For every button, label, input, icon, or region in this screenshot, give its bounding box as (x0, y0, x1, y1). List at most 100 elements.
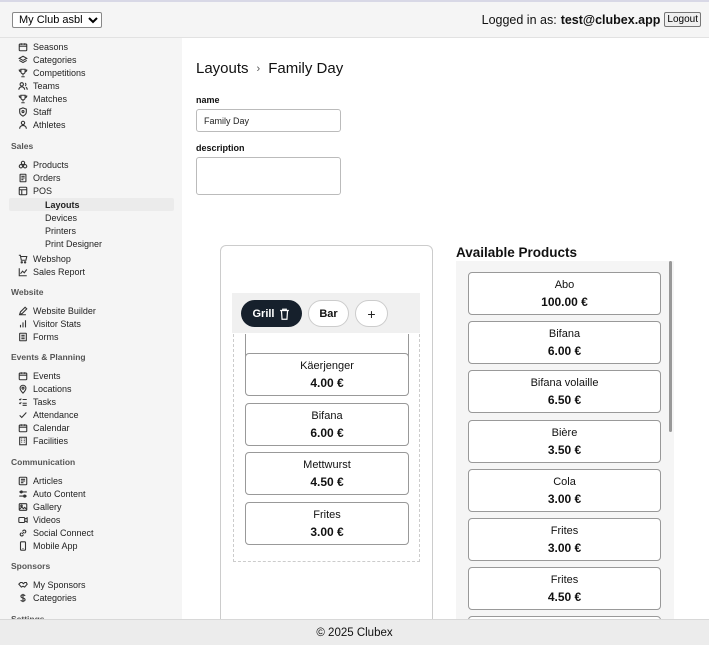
tab-bar[interactable]: Bar (308, 300, 349, 327)
dollar-icon (18, 593, 28, 603)
form-icon (18, 332, 28, 342)
sidebar-item-label: Visitor Stats (33, 318, 81, 329)
trophy-icon (18, 94, 28, 104)
sidebar-item-label: Orders (33, 172, 61, 183)
name-label: name (196, 95, 220, 105)
name-input[interactable] (196, 109, 341, 132)
layout-product-card[interactable]: Käerjenger 4.00 € (245, 353, 409, 396)
sidebar-item-communication-auto-content[interactable]: Auto Content (18, 487, 86, 500)
product-name: Käerjenger (300, 360, 354, 372)
sidebar-item-events-calendar[interactable]: Calendar (18, 421, 70, 434)
boxes-icon (18, 160, 28, 170)
sidebar-item-communication-gallery[interactable]: Gallery (18, 500, 62, 513)
sidebar-item-label: Sales Report (33, 266, 86, 277)
sidebar-item-events-tasks[interactable]: Tasks (18, 395, 56, 408)
description-label: description (196, 143, 245, 153)
bars-icon (18, 319, 28, 329)
sidebar-subitem-print-designer[interactable]: Print Designer (45, 237, 102, 250)
sidebar-item-sales-webshop[interactable]: Webshop (18, 252, 71, 265)
sidebar-item-label: Website Builder (33, 305, 96, 316)
sidebar-item-label: Facilities (33, 436, 69, 446)
sidebar-item-sports-athletes[interactable]: Athletes (18, 119, 66, 132)
building-icon (18, 436, 28, 446)
user-email: test@clubex.app (560, 12, 661, 27)
sidebar-item-website-forms[interactable]: Forms (18, 330, 59, 343)
sidebar-section-sponsors: Sponsors (11, 561, 51, 571)
sidebar-item-events-attendance[interactable]: Attendance (18, 408, 79, 421)
sidebar-item-communication-videos[interactable]: Videos (18, 513, 60, 526)
breadcrumb: Layouts › Family Day (196, 60, 343, 77)
available-product-card[interactable]: Bifana volaille 6.50 € (468, 370, 661, 414)
sidebar-item-sports-staff[interactable]: Staff (18, 106, 51, 119)
add-tab-button[interactable]: + (355, 300, 388, 327)
sidebar-item-label: Categories (33, 592, 77, 603)
sidebar-subitem-layouts[interactable]: Layouts (9, 198, 174, 211)
tab-grill[interactable]: Grill (241, 300, 302, 327)
available-product-card[interactable]: Bière 3.50 € (468, 419, 661, 463)
club-select[interactable]: My Club asbl (12, 12, 102, 28)
trash-icon[interactable] (278, 307, 291, 321)
breadcrumb-parent[interactable]: Layouts (196, 60, 249, 77)
available-products-list: Abo 100.00 € Bifana 6.00 € Bifana volaille 6.… (456, 261, 674, 619)
sidebar-item-label: Events (33, 370, 61, 381)
layout-product-card[interactable]: Bifana 6.00 € (245, 403, 409, 446)
sidebar-item-label: Categories (33, 54, 77, 65)
sidebar-item-label: Calendar (33, 422, 70, 433)
product-price: 3.00 € (547, 491, 582, 506)
breadcrumb-separator: › (256, 62, 261, 75)
sidebar-item-label: Attendance (33, 409, 79, 420)
calendar-icon (18, 42, 28, 52)
sidebar-item-label: Mobile App (33, 541, 78, 551)
sidebar-item-sponsors-my-sponsors[interactable]: My Sponsors (18, 578, 86, 591)
sidebar-item-label: Locations (33, 383, 72, 394)
cart-icon (18, 254, 28, 264)
sidebar-subitem-printers[interactable]: Printers (45, 224, 76, 237)
sidebar-item-sales-pos[interactable]: POS (18, 184, 52, 197)
sidebar-item-sports-categories[interactable]: Categories (18, 53, 77, 66)
sidebar-subitem-devices[interactable]: Devices (45, 211, 77, 224)
main-content: Layouts › Family Day name description Gr… (182, 38, 709, 619)
sidebar-item-label: Competitions (33, 67, 86, 78)
sidebar-item-communication-social-connect[interactable]: Social Connect (18, 526, 94, 539)
product-name: Bifana (311, 410, 343, 422)
sidebar-item-label: Seasons (33, 41, 69, 52)
sidebar-item-events-facilities[interactable]: Facilities (18, 435, 68, 448)
sidebar-item-communication-mobile-app[interactable]: Mobile App (18, 540, 78, 553)
scrollbar-thumb[interactable] (669, 261, 672, 432)
sidebar-item-sponsors-categories[interactable]: Categories (18, 591, 77, 604)
available-product-card[interactable]: Frites 4.50 € (468, 567, 661, 611)
sidebar-item-label: Auto Content (33, 488, 86, 499)
product-name: Frites (313, 509, 341, 521)
pin-icon (18, 384, 28, 394)
handshake-icon (18, 580, 28, 590)
sidebar-item-sports-teams[interactable]: Teams (18, 79, 60, 92)
sidebar-item-label: POS (33, 185, 53, 196)
tab-label: Bar (319, 307, 338, 320)
available-product-card[interactable]: Cola 3.00 € (468, 468, 661, 512)
product-price: 3.50 € (547, 442, 582, 457)
sidebar-item-website-website-builder[interactable]: Website Builder (18, 304, 96, 317)
available-product-card[interactable]: Bifana 6.00 € (468, 321, 661, 365)
sidebar-item-sales-sales-report[interactable]: Sales Report (18, 265, 85, 278)
product-name: Frites (550, 525, 579, 537)
logout-button[interactable]: Logout (664, 12, 701, 27)
sidebar-item-sports-seasons[interactable]: Seasons (18, 40, 68, 53)
description-input[interactable] (196, 157, 341, 195)
sidebar-item-sales-products[interactable]: Products (18, 158, 69, 171)
product-name: Bifana (548, 328, 581, 341)
sidebar-item-events-locations[interactable]: Locations (18, 382, 72, 395)
layers-icon (18, 55, 28, 65)
sidebar-item-sports-competitions[interactable]: Competitions (18, 66, 86, 79)
available-product-card[interactable]: Frites 3.00 € (468, 518, 661, 561)
video-icon (18, 515, 28, 525)
calendar-icon (18, 371, 28, 381)
sidebar-item-sales-orders[interactable]: Orders (18, 171, 61, 184)
layout-product-card[interactable]: Mettwurst 4.50 € (245, 452, 409, 495)
sidebar-item-events-events[interactable]: Events (18, 369, 61, 382)
sidebar-item-website-visitor-stats[interactable]: Visitor Stats (18, 317, 81, 330)
sidebar-item-label: Products (33, 159, 69, 170)
layout-product-card[interactable]: Frites 3.00 € (245, 502, 409, 545)
sidebar-item-sports-matches[interactable]: Matches (18, 92, 67, 105)
available-product-card[interactable]: Abo 100.00 € (468, 272, 661, 315)
sidebar-item-communication-articles[interactable]: Articles (18, 474, 63, 487)
